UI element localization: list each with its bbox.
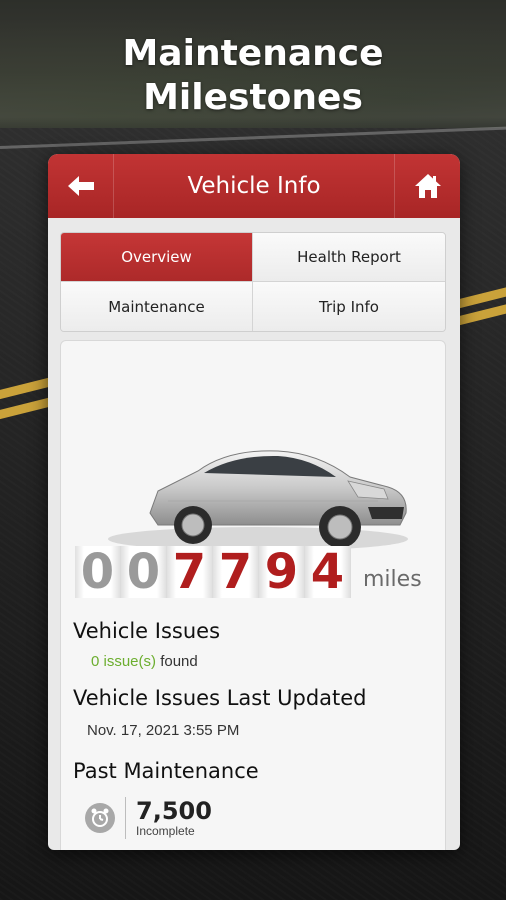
issue-count[interactable]: 0 issue(s) — [91, 653, 156, 670]
odometer-digit: 7 — [213, 546, 259, 598]
home-icon — [414, 174, 441, 198]
tab-trip-info[interactable]: Trip Info — [253, 282, 445, 331]
tab-bar: Overview Health Report Maintenance Trip … — [60, 232, 446, 332]
vehicle-issues-heading: Vehicle Issues — [73, 619, 221, 643]
odometer-unit: miles — [363, 567, 422, 592]
home-button[interactable] — [394, 154, 460, 218]
promo-headline: Maintenance Milestones — [0, 32, 506, 120]
divider — [125, 797, 126, 839]
past-maintenance-mileage: 7,500 — [136, 797, 212, 825]
odometer: 0 0 7 7 9 4 miles — [75, 546, 422, 598]
car-illustration — [108, 450, 408, 551]
last-updated-value: Nov. 17, 2021 3:55 PM — [87, 722, 240, 739]
odometer-digit: 4 — [305, 546, 351, 598]
page-title: Vehicle Info — [187, 173, 321, 199]
past-maintenance-details: 7,500 Incomplete — [136, 798, 212, 838]
odometer-digit: 0 — [121, 546, 167, 598]
past-maintenance-item[interactable]: 7,500 Incomplete — [85, 795, 212, 841]
past-maintenance-status: Incomplete — [136, 824, 195, 838]
vehicle-image — [61, 421, 445, 561]
arrow-left-icon — [67, 176, 94, 196]
vehicle-issues-summary: 0 issue(s) found — [91, 653, 198, 670]
odometer-digit: 7 — [167, 546, 213, 598]
tab-overview[interactable]: Overview — [61, 233, 253, 282]
headline-line-1: Maintenance — [122, 33, 384, 74]
alarm-clock-icon — [85, 803, 115, 833]
last-updated-heading: Vehicle Issues Last Updated — [73, 686, 367, 710]
app-screen: Vehicle Info Overview Health Report Main… — [48, 154, 460, 850]
headline-line-2: Milestones — [143, 77, 363, 118]
app-header: Vehicle Info — [48, 154, 460, 218]
tab-maintenance[interactable]: Maintenance — [61, 282, 253, 331]
issue-count-suffix: found — [160, 653, 198, 670]
overview-panel: 0 0 7 7 9 4 miles Vehicle Issues 0 issue… — [60, 340, 446, 850]
back-button[interactable] — [48, 154, 114, 218]
odometer-digit: 9 — [259, 546, 305, 598]
past-maintenance-heading: Past Maintenance — [73, 759, 259, 783]
odometer-digit: 0 — [75, 546, 121, 598]
tab-health-report[interactable]: Health Report — [253, 233, 445, 282]
